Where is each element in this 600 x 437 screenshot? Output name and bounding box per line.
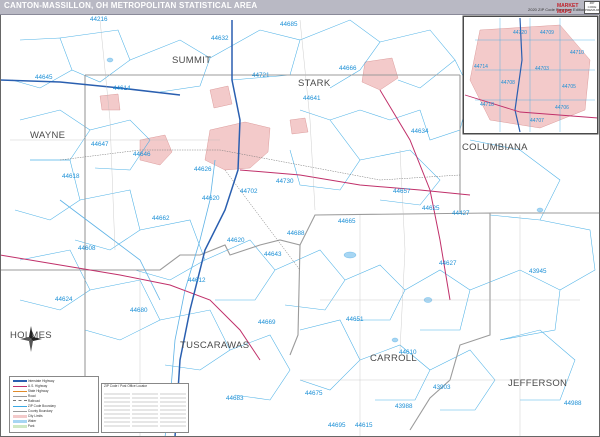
zip-label: 43988 bbox=[395, 403, 413, 410]
zip-label: 44680 bbox=[130, 307, 148, 314]
zip-label: 44427 bbox=[452, 210, 470, 217]
zip-label: 44702 bbox=[240, 188, 258, 195]
inset-zip-label: 44720 bbox=[513, 30, 527, 36]
inset-zip-label: 44718 bbox=[480, 102, 494, 108]
zip-label: 43903 bbox=[433, 384, 451, 391]
zip-label: 44625 bbox=[422, 205, 440, 212]
zip-label: 44675 bbox=[305, 390, 323, 397]
zip-label: 44695 bbox=[328, 422, 346, 429]
inset-frame bbox=[463, 16, 598, 134]
legend-row: Water bbox=[13, 419, 93, 423]
zip-index-title: ZIP Code / Post Office Locator bbox=[104, 384, 148, 388]
zip-label: 44645 bbox=[35, 74, 53, 81]
inset-zip-label: 44709 bbox=[540, 30, 554, 36]
county-label-jefferson: JEFFERSON bbox=[508, 378, 568, 389]
zip-label: 43945 bbox=[529, 268, 547, 275]
county-label-tuscarawas: TUSCARAWAS bbox=[180, 340, 250, 351]
zip-label: 44643 bbox=[264, 251, 282, 258]
zip-label: 44620 bbox=[202, 195, 220, 202]
logo-text: MARKET MAPS bbox=[557, 3, 579, 15]
legend-row: Railroad bbox=[13, 399, 93, 403]
legend-row: State Highway bbox=[13, 389, 93, 393]
legend-row: Interstate Highway bbox=[13, 379, 93, 383]
zip-label: 44626 bbox=[194, 166, 212, 173]
zip-label: 44647 bbox=[91, 141, 109, 148]
zip-label: 44665 bbox=[338, 218, 356, 225]
zip-label: 44610 bbox=[399, 349, 417, 356]
zip-label: 44730 bbox=[276, 178, 294, 185]
zip-label: 44615 bbox=[355, 422, 373, 429]
zip-label: 44669 bbox=[258, 319, 276, 326]
zip-label: 44651 bbox=[346, 316, 364, 323]
zip-label: 44614 bbox=[113, 85, 131, 92]
zip-label: 44632 bbox=[211, 35, 229, 42]
zip-label: 44641 bbox=[303, 95, 321, 102]
zip-label: 44988 bbox=[564, 400, 582, 407]
zip-label: 44612 bbox=[188, 277, 206, 284]
zip-label: 44618 bbox=[62, 173, 80, 180]
map-canvas: CANTON-MASSILLON, OH METROPOLITAN STATIS… bbox=[0, 0, 600, 437]
zip-label: 44683 bbox=[226, 395, 244, 402]
inset-zip-label: 44705 bbox=[562, 84, 576, 90]
inset-zip-label: 44707 bbox=[530, 118, 544, 124]
legend-row: ZIP Code Boundary bbox=[13, 404, 56, 408]
county-label-columbiana: COLUMBIANA bbox=[462, 142, 528, 153]
zip-index-table: ZIP Code / Post Office Locator bbox=[101, 383, 189, 433]
zip-label: 44666 bbox=[339, 65, 357, 72]
zip-label: 44721 bbox=[252, 72, 270, 79]
edition-badge-text: ZIP CODE PREMIUM bbox=[585, 1, 600, 12]
zip-label: 44634 bbox=[411, 128, 429, 135]
legend-row: U.S. Highway bbox=[13, 384, 93, 388]
zip-label: 44608 bbox=[78, 245, 96, 252]
zip-index-rows bbox=[104, 393, 186, 427]
legend-row: County Boundary bbox=[13, 409, 93, 413]
inset-zip-label: 44706 bbox=[555, 105, 569, 111]
inset-zip-label: 44708 bbox=[501, 80, 515, 86]
zip-label: 44657 bbox=[393, 188, 411, 195]
zip-label: 44688 bbox=[287, 230, 305, 237]
zip-label: 44662 bbox=[152, 215, 170, 222]
inset-zip-label: 44710 bbox=[570, 50, 584, 56]
legend-row: City Limits bbox=[13, 414, 93, 418]
county-label-summit: SUMMIT bbox=[172, 55, 212, 66]
publisher-logo: MARKET MAPS bbox=[557, 1, 583, 15]
inset-zip-label: 44703 bbox=[535, 66, 549, 72]
zip-label: 44627 bbox=[439, 260, 457, 267]
zip-label: 44646 bbox=[133, 151, 151, 158]
compass-rose-icon bbox=[20, 326, 42, 352]
county-label-stark: STARK bbox=[298, 78, 331, 89]
zip-label: 44216 bbox=[90, 16, 108, 23]
zip-label: 44685 bbox=[280, 21, 298, 28]
legend-row: Road bbox=[13, 394, 36, 398]
zip-label: 44624 bbox=[55, 296, 73, 303]
map-title: CANTON-MASSILLON, OH METROPOLITAN STATIS… bbox=[4, 1, 258, 10]
map-legend: Interstate Highway U.S. Highway State Hi… bbox=[9, 376, 99, 433]
edition-badge: ZIP CODE PREMIUM bbox=[584, 1, 600, 14]
inset-zip-label: 44714 bbox=[474, 64, 488, 70]
zip-label: 44620 bbox=[227, 237, 245, 244]
legend-row: Park bbox=[13, 424, 93, 428]
county-label-wayne: WAYNE bbox=[30, 130, 66, 141]
